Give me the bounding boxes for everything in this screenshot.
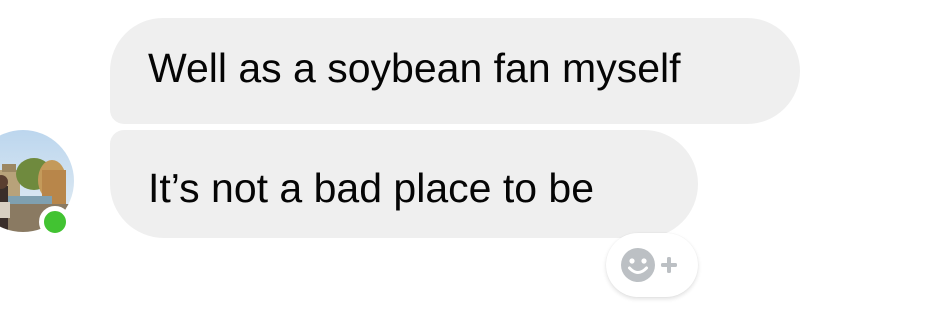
smiley-add-icon (621, 248, 677, 282)
message-text: Well as a soybean fan myself (148, 45, 681, 91)
sender-avatar[interactable] (0, 130, 74, 238)
message-bubble[interactable]: Well as a soybean fan myself (110, 18, 800, 124)
message-bubble[interactable]: It’s not a bad place to be (110, 130, 698, 238)
add-reaction-button[interactable] (606, 233, 698, 297)
message-text: It’s not a bad place to be (148, 165, 595, 211)
message-thread: Well as a soybean fan myself It’s not a … (0, 0, 939, 312)
online-status-dot (39, 206, 71, 238)
